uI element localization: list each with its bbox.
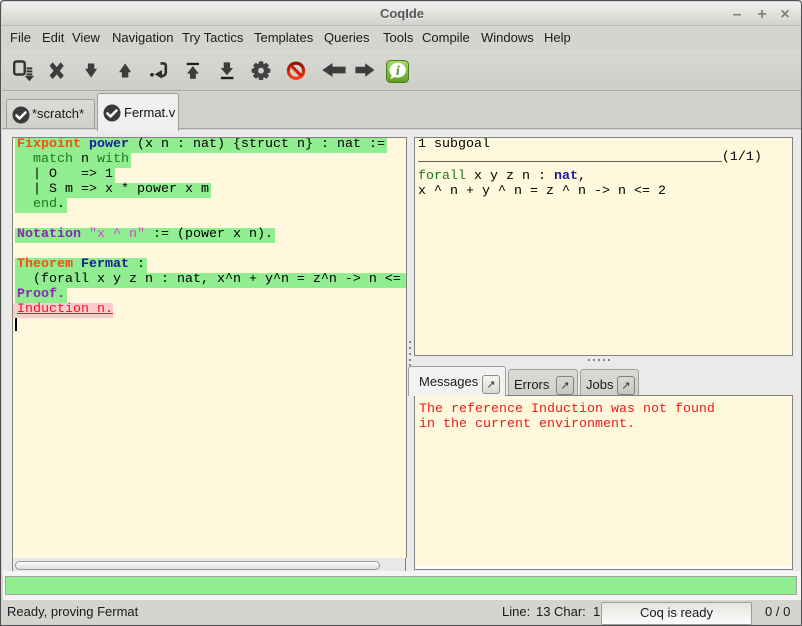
svg-text:i: i [396,64,400,79]
